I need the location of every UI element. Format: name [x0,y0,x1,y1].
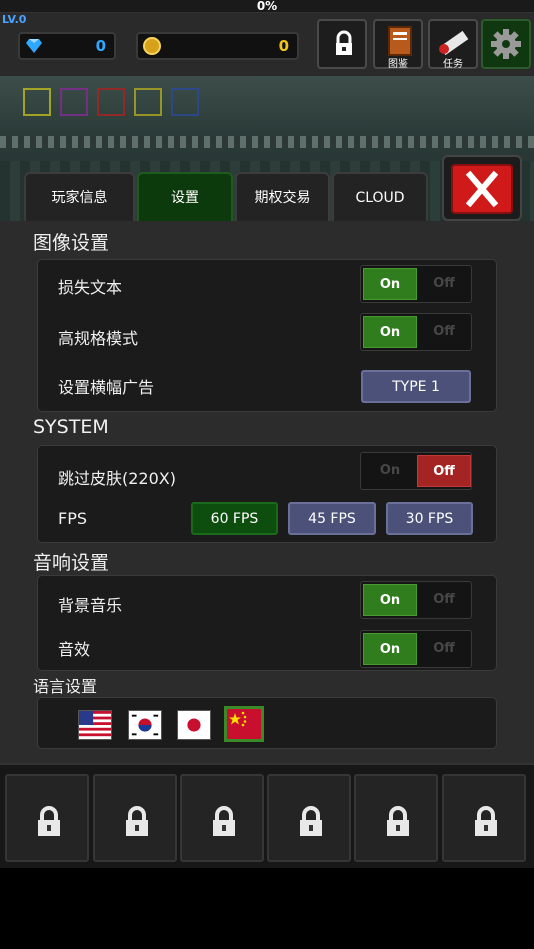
xp-bar: 0% [0,0,534,13]
system-title: SYSTEM [33,416,109,438]
damage-text-toggle[interactable]: On Off [360,265,472,303]
audio-box: 背景音乐 On Off 音效 On Off [37,575,497,671]
toggle-off[interactable]: Off [417,316,471,348]
close-button-face [451,164,513,214]
encyclopedia-caption: 图鉴 [388,59,408,70]
tab-label: CLOUD [355,190,405,206]
gem-counter: 0 [18,32,116,60]
cn-flag-icon[interactable] [224,706,264,742]
high-spec-toggle[interactable]: On Off [360,313,472,351]
locked-slot[interactable] [354,774,438,862]
audio-title: 音响设置 [33,552,110,574]
sfx-label: 音效 [58,640,91,659]
skip-skin-label: 跳过皮肤(220X) [58,469,176,488]
close-button[interactable] [442,155,522,221]
locked-slots-bar [0,763,534,868]
skill-slot-icon [171,88,199,116]
fps-label: FPS [58,509,88,528]
lock-icon [387,806,409,836]
gear-icon [491,29,521,59]
tab-label: 玩家信息 [51,190,108,206]
banner-ad-label: 设置横幅广告 [58,378,155,397]
lock-icon [38,806,60,836]
graphics-box: 损失文本 On Off 高规格模式 On Off 设置横幅广告 TYPE 1 [37,259,497,412]
tab-settings[interactable]: 设置 [137,172,233,221]
bgm-label: 背景音乐 [58,596,123,615]
close-icon [465,170,499,208]
sfx-toggle[interactable]: On Off [360,630,472,668]
banner-type-button[interactable]: TYPE 1 [361,370,471,403]
lock-icon [475,806,497,836]
toggle-on[interactable]: On [363,316,417,348]
quests-button[interactable]: 任务 [428,19,478,70]
skill-slot-icon [23,88,51,116]
fps-45-button[interactable]: 45 FPS [288,502,376,535]
jp-flag-icon[interactable] [177,710,211,740]
locked-slot[interactable] [180,774,264,862]
locked-slot[interactable] [93,774,177,862]
locked-slot[interactable] [442,774,526,862]
locked-slot[interactable] [267,774,351,862]
language-box [37,697,497,749]
locked-slot[interactable] [5,774,89,862]
skill-slot-icon [134,88,162,116]
encyclopedia-button[interactable]: 图鉴 [373,19,423,70]
high-spec-label: 高规格模式 [58,329,139,348]
tab-options-trading[interactable]: 期权交易 [235,172,330,221]
coin-count: 0 [278,37,289,55]
toggle-off[interactable]: Off [417,455,471,487]
fps-30-button[interactable]: 30 FPS [386,502,473,535]
gem-count: 0 [95,37,106,55]
toggle-off[interactable]: Off [417,584,471,616]
skill-slot-icon [97,88,125,116]
tab-cloud[interactable]: CLOUD [332,172,428,221]
tab-player-info[interactable]: 玩家信息 [24,172,135,221]
graphics-title: 图像设置 [33,232,110,254]
tab-label: 设置 [171,190,199,206]
skill-slot-icon [60,88,88,116]
lock-icon [126,806,148,836]
fps-60-button[interactable]: 60 FPS [191,502,278,535]
toggle-on[interactable]: On [363,455,417,487]
lock-icon [213,806,235,836]
toggle-off[interactable]: Off [417,268,471,300]
top-bar: LV.0 0 0 图鉴 任务 [0,13,534,76]
us-flag-icon[interactable] [78,710,112,740]
lock-icon [336,30,352,55]
settings-panel: 图像设置 损失文本 On Off 高规格模式 On Off 设置横幅广告 TYP… [0,221,534,763]
tab-label: 期权交易 [254,190,311,206]
kr-flag-icon[interactable] [128,710,162,740]
coin-icon [143,37,161,55]
xp-percent: 0% [256,0,278,13]
gem-icon [26,39,42,53]
toggle-off[interactable]: Off [417,633,471,665]
lock-button[interactable] [317,19,367,69]
damage-text-label: 损失文本 [58,278,123,297]
skip-skin-toggle[interactable]: On Off [360,452,472,490]
language-title: 语言设置 [33,677,98,696]
lock-icon [300,806,322,836]
system-box: 跳过皮肤(220X) On Off FPS 60 FPS 45 FPS 30 F… [37,445,497,543]
toggle-on[interactable]: On [363,633,417,665]
toggle-on[interactable]: On [363,268,417,300]
scene-fence [0,136,534,148]
settings-button[interactable] [481,19,531,69]
level-label: LV.0 [2,13,27,26]
toggle-on[interactable]: On [363,584,417,616]
coin-counter: 0 [136,32,299,60]
bgm-toggle[interactable]: On Off [360,581,472,619]
quests-caption: 任务 [443,59,463,70]
